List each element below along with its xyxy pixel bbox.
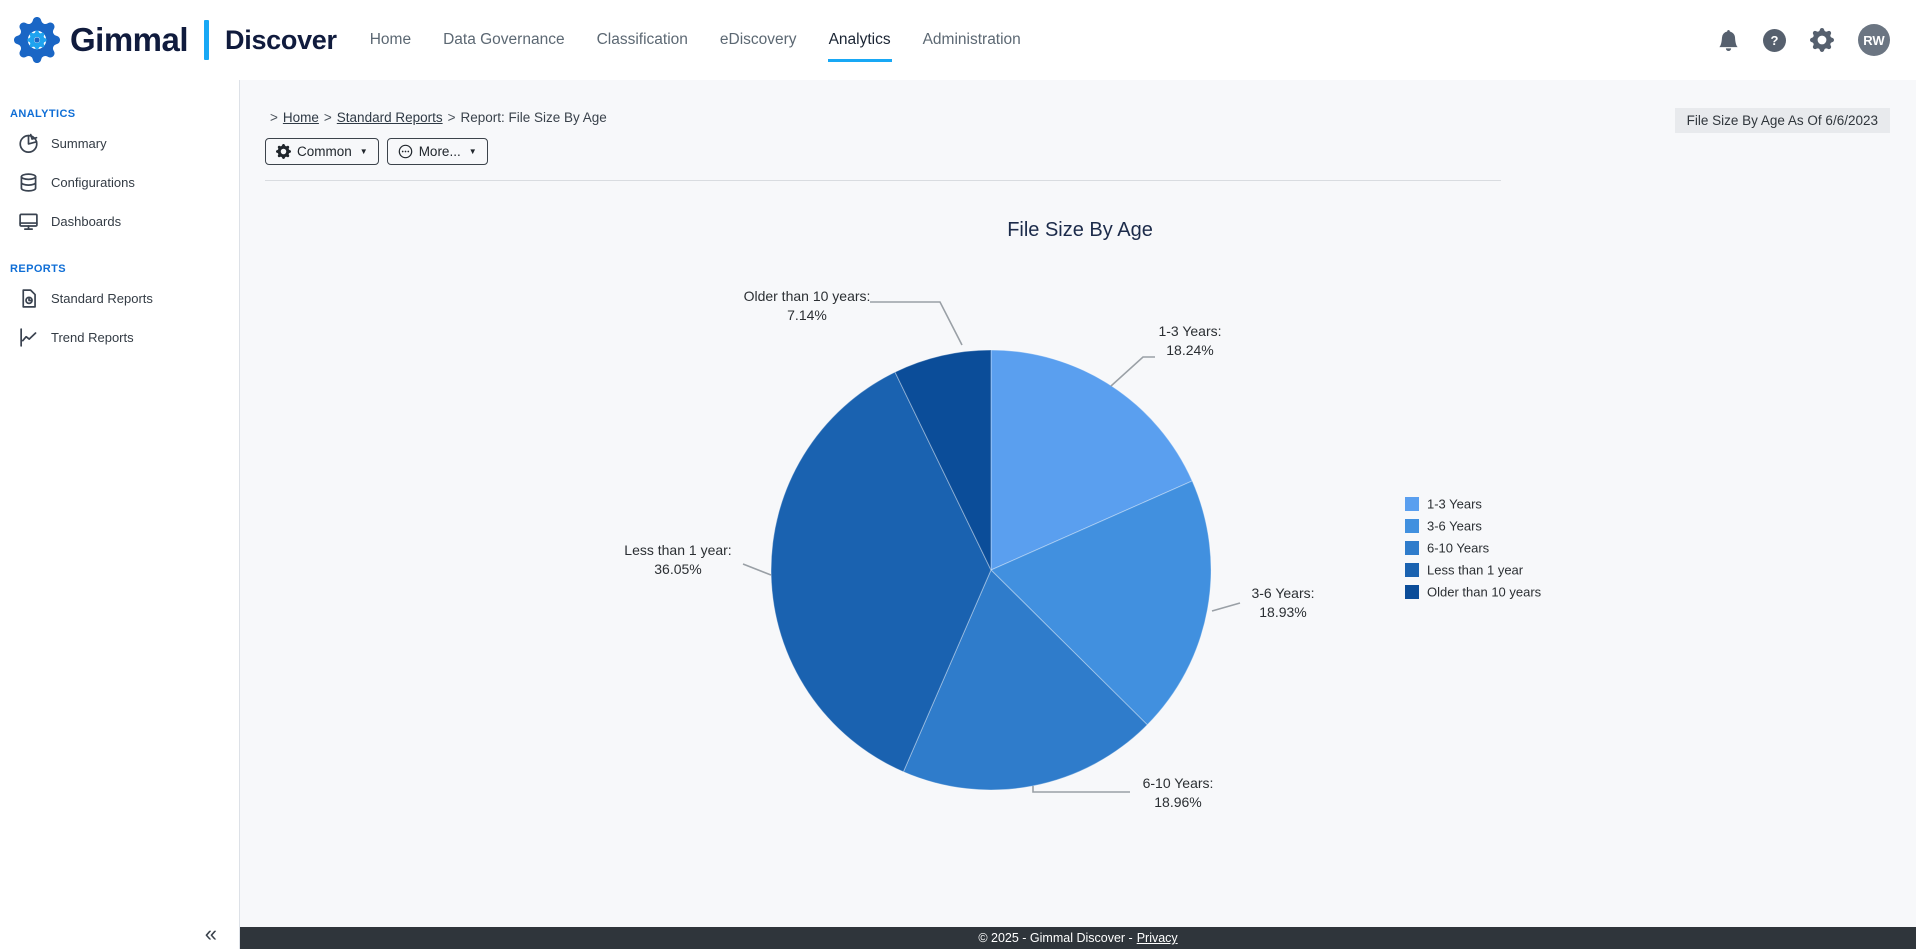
primary-nav: Home Data Governance Classification eDiscov… xyxy=(369,0,1022,80)
sidebar-item-standard-reports[interactable]: Standard Reports xyxy=(0,279,239,318)
nav-item-administration[interactable]: Administration xyxy=(922,21,1022,62)
breadcrumb-current: Report: File Size By Age xyxy=(461,110,607,125)
nav-item-data-governance[interactable]: Data Governance xyxy=(442,21,566,62)
legend-label: 1-3 Years xyxy=(1427,497,1482,512)
legend-label: 6-10 Years xyxy=(1427,541,1490,556)
slice-label-less-than-1-year: Less than 1 year:36.05% xyxy=(624,542,731,577)
label-leader-line xyxy=(1212,603,1240,611)
legend-item-3-6-years: 3-6 Years xyxy=(1405,519,1482,534)
breadcrumb-separator: > xyxy=(324,110,332,125)
brand-divider xyxy=(204,20,209,60)
app-window: Gimmal Discover Home Data Governance Class… xyxy=(0,0,1916,949)
slice-label-6-10-years: 6-10 Years:18.96% xyxy=(1143,775,1214,810)
legend-label: Less than 1 year xyxy=(1427,563,1524,578)
nav-item-analytics[interactable]: Analytics xyxy=(828,21,892,62)
legend-item-older-than-10-years: Older than 10 years xyxy=(1405,585,1542,600)
monitor-icon xyxy=(18,211,39,232)
sidebar-item-summary[interactable]: Summary xyxy=(0,124,239,163)
report-date-label: File Size By Age As Of 6/6/2023 xyxy=(1675,108,1890,133)
breadcrumb: > Home > Standard Reports > Report: File Size… xyxy=(265,110,607,125)
footer: © 2025 - Gimmal Discover - Privacy xyxy=(240,927,1916,949)
more-ellipsis-icon xyxy=(398,144,413,159)
legend-swatch xyxy=(1405,519,1419,533)
breadcrumb-prefix: > xyxy=(270,110,278,125)
label-leader-line xyxy=(870,302,962,345)
sidebar-item-label: Dashboards xyxy=(51,214,121,229)
chevron-down-icon: ▼ xyxy=(469,148,477,156)
sidebar-collapse-button[interactable]: « xyxy=(205,921,217,947)
trend-icon xyxy=(18,327,39,348)
sidebar-item-label: Configurations xyxy=(51,175,135,190)
sidebar-item-dashboards[interactable]: Dashboards xyxy=(0,202,239,241)
notifications-bell-icon[interactable] xyxy=(1718,30,1739,51)
legend-swatch xyxy=(1405,541,1419,555)
top-header: Gimmal Discover Home Data Governance Class… xyxy=(0,0,1916,80)
common-button-label: Common xyxy=(297,144,352,159)
gimmal-logo-icon xyxy=(14,17,60,63)
sidebar-item-trend-reports[interactable]: Trend Reports xyxy=(0,318,239,357)
sidebar: ANALYTICS Summary Configurations Dashboards… xyxy=(0,80,240,949)
slice-label-3-6-years: 3-6 Years:18.93% xyxy=(1251,585,1314,620)
breadcrumb-link-standard-reports[interactable]: Standard Reports xyxy=(337,110,443,125)
breadcrumb-separator: > xyxy=(448,110,456,125)
privacy-link[interactable]: Privacy xyxy=(1137,931,1178,945)
legend-item-less-than-1-year: Less than 1 year xyxy=(1405,563,1524,578)
sidebar-item-label: Summary xyxy=(51,136,107,151)
sidebar-section-analytics: ANALYTICS xyxy=(0,108,239,124)
label-leader-line xyxy=(743,564,771,575)
footer-copyright: © 2025 - Gimmal Discover - xyxy=(978,931,1132,945)
label-leader-line xyxy=(1111,357,1155,386)
more-button-label: More... xyxy=(419,144,461,159)
nav-item-ediscovery[interactable]: eDiscovery xyxy=(719,21,798,62)
legend-label: Older than 10 years xyxy=(1427,585,1542,600)
pie-chart: File Size By Age 1-3 Years:18.24% 3-6 Year… xyxy=(240,160,1916,900)
sidebar-item-label: Trend Reports xyxy=(51,330,134,345)
pie-chart-icon xyxy=(18,133,39,154)
legend-item-6-10-years: 6-10 Years xyxy=(1405,541,1490,556)
legend-item-1-3-years: 1-3 Years xyxy=(1405,497,1482,512)
database-icon xyxy=(18,172,39,193)
legend-label: 3-6 Years xyxy=(1427,519,1482,534)
label-leader-line xyxy=(1033,786,1130,792)
slice-label-1-3-years: 1-3 Years:18.24% xyxy=(1158,323,1221,358)
sidebar-item-label: Standard Reports xyxy=(51,291,153,306)
nav-item-classification[interactable]: Classification xyxy=(596,21,689,62)
chart-title: File Size By Age xyxy=(1007,219,1153,241)
slice-label-older-than-10-years: Older than 10 years:7.14% xyxy=(744,288,871,323)
legend-swatch xyxy=(1405,497,1419,511)
common-gear-icon xyxy=(276,144,291,159)
chevron-down-icon: ▼ xyxy=(360,148,368,156)
user-avatar[interactable]: RW xyxy=(1858,24,1890,56)
header-actions: ? RW xyxy=(1718,24,1916,56)
brand-logo: Gimmal Discover xyxy=(0,17,337,63)
content-area: > Home > Standard Reports > Report: File Size… xyxy=(240,80,1916,949)
legend-swatch xyxy=(1405,563,1419,577)
settings-gear-icon[interactable] xyxy=(1810,28,1834,52)
sidebar-section-reports: REPORTS xyxy=(0,263,239,279)
product-name: Discover xyxy=(225,25,337,56)
breadcrumb-link-home[interactable]: Home xyxy=(283,110,319,125)
report-icon xyxy=(18,288,39,309)
nav-item-home[interactable]: Home xyxy=(369,21,412,62)
brand-name: Gimmal xyxy=(70,21,188,59)
legend-swatch xyxy=(1405,585,1419,599)
help-icon[interactable]: ? xyxy=(1763,29,1786,52)
sidebar-item-configurations[interactable]: Configurations xyxy=(0,163,239,202)
